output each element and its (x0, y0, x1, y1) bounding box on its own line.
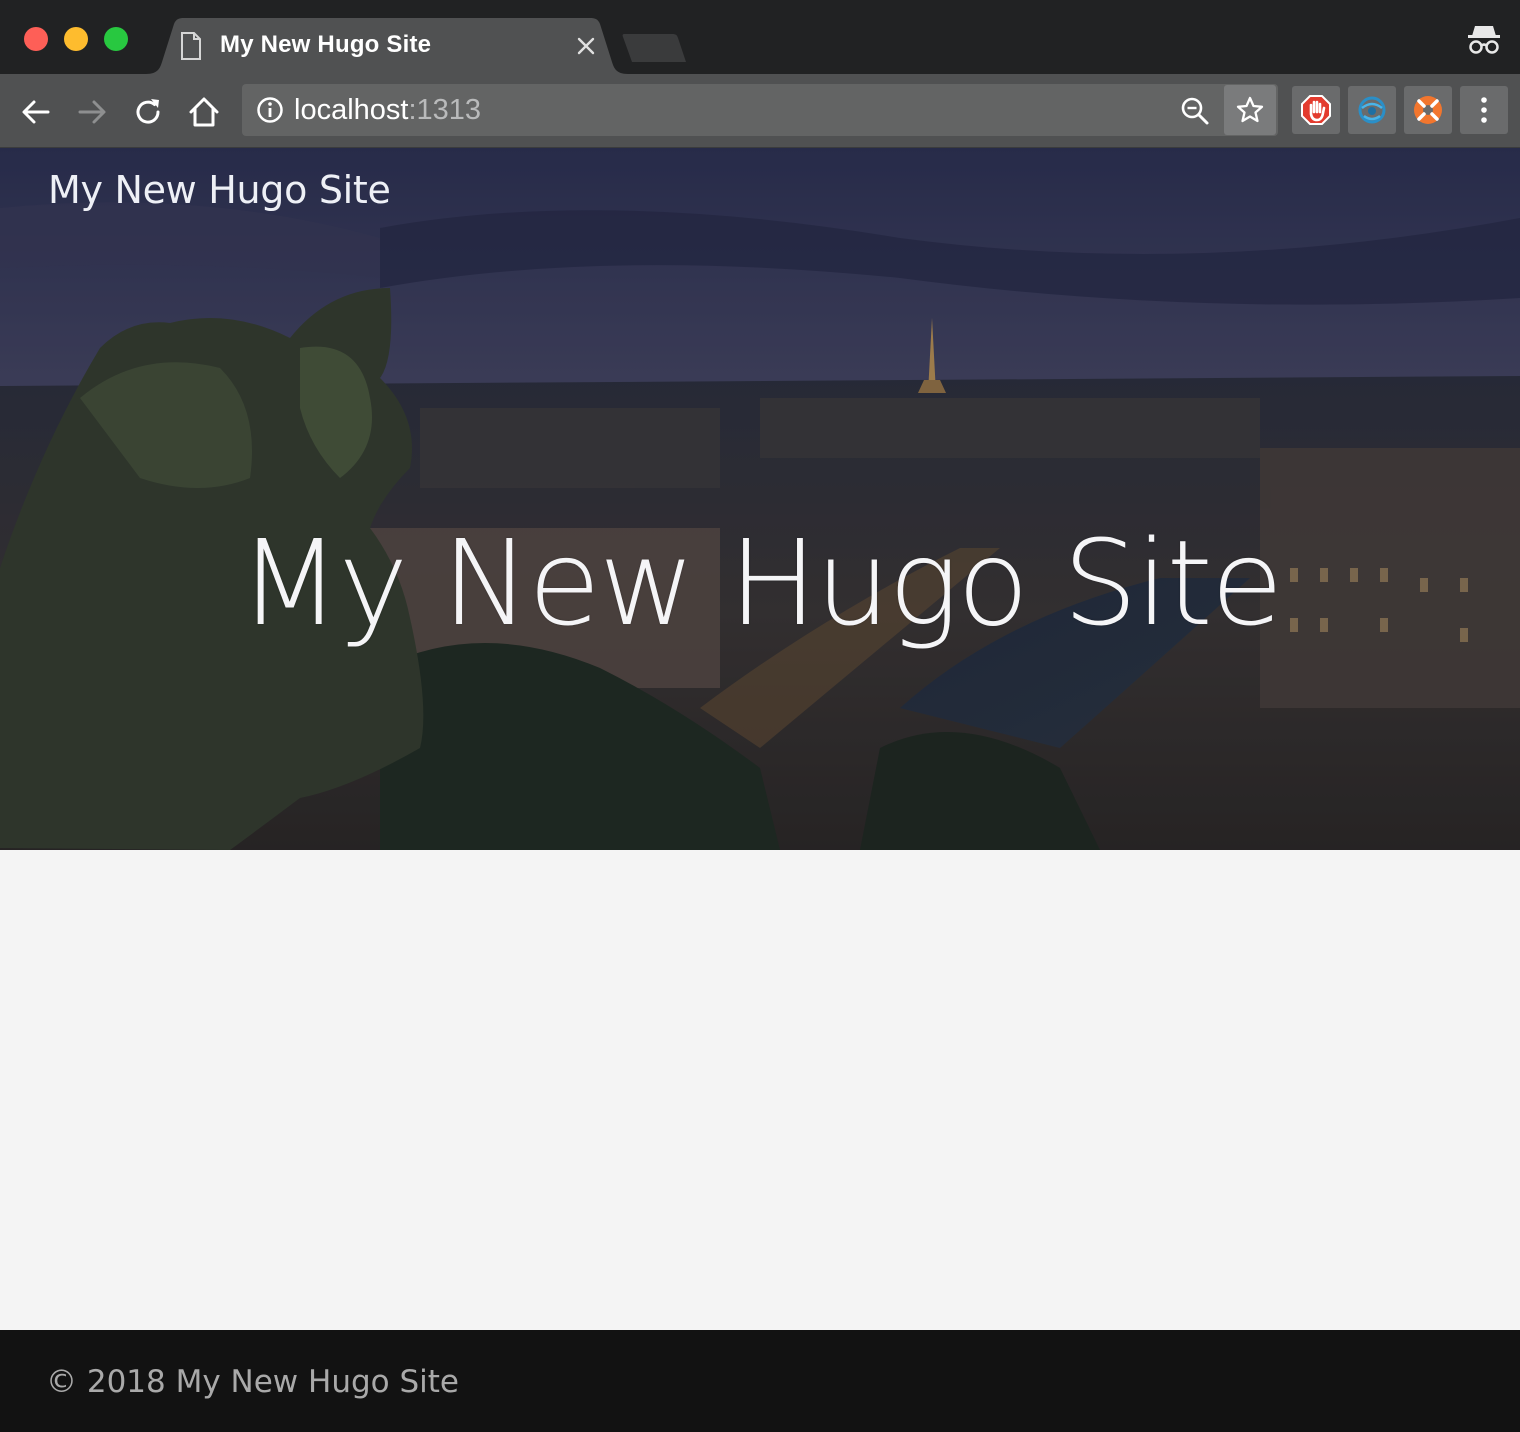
web-page: My New Hugo Site My New Hugo Site © 2018… (0, 148, 1520, 1432)
window-close-button[interactable] (24, 27, 48, 51)
orange-lifebuoy-icon (1414, 96, 1442, 124)
tab-title: My New Hugo Site (220, 31, 432, 58)
document-icon (181, 32, 201, 60)
browser-titlebar: My New Hugo Site (0, 0, 1520, 74)
star-icon (1236, 96, 1264, 123)
address-bar[interactable]: localhost:1313 (242, 84, 1278, 136)
window-zoom-button[interactable] (104, 27, 128, 51)
close-icon[interactable] (574, 34, 598, 58)
url-text[interactable]: localhost:1313 (294, 94, 481, 127)
incognito-icon (1468, 26, 1500, 54)
browser-menu-button[interactable] (1460, 86, 1508, 134)
more-vert-icon (1481, 97, 1487, 123)
hero-title: My New Hugo Site (238, 514, 1284, 652)
home-icon[interactable] (186, 94, 222, 130)
new-tab-button[interactable] (620, 32, 688, 64)
url-host: localhost (294, 94, 409, 126)
site-footer: © 2018 My New Hugo Site (0, 1330, 1520, 1432)
bookmark-button[interactable] (1224, 85, 1276, 135)
url-port: :1313 (408, 94, 482, 126)
zoom-out-icon[interactable] (1180, 96, 1210, 126)
site-brand-link[interactable]: My New Hugo Site (48, 168, 391, 212)
globe-extension-icon (1358, 96, 1386, 124)
reload-icon[interactable] (130, 94, 166, 130)
extension-globe[interactable] (1348, 86, 1396, 134)
paris-skyline-image (0, 148, 1520, 850)
back-arrow-icon[interactable] (18, 94, 54, 130)
hero-banner: My New Hugo Site My New Hugo Site (0, 148, 1520, 850)
info-icon[interactable] (256, 96, 284, 124)
window-minimize-button[interactable] (64, 27, 88, 51)
browser-tab-active[interactable]: My New Hugo Site (146, 18, 628, 74)
adblock-hand-icon (1301, 95, 1331, 125)
extension-orange[interactable] (1404, 86, 1452, 134)
browser-toolbar: localhost:1313 (0, 74, 1520, 148)
footer-copyright: © 2018 My New Hugo Site (46, 1364, 459, 1400)
extension-adblock[interactable] (1292, 86, 1340, 134)
forward-arrow-icon[interactable] (74, 94, 110, 130)
